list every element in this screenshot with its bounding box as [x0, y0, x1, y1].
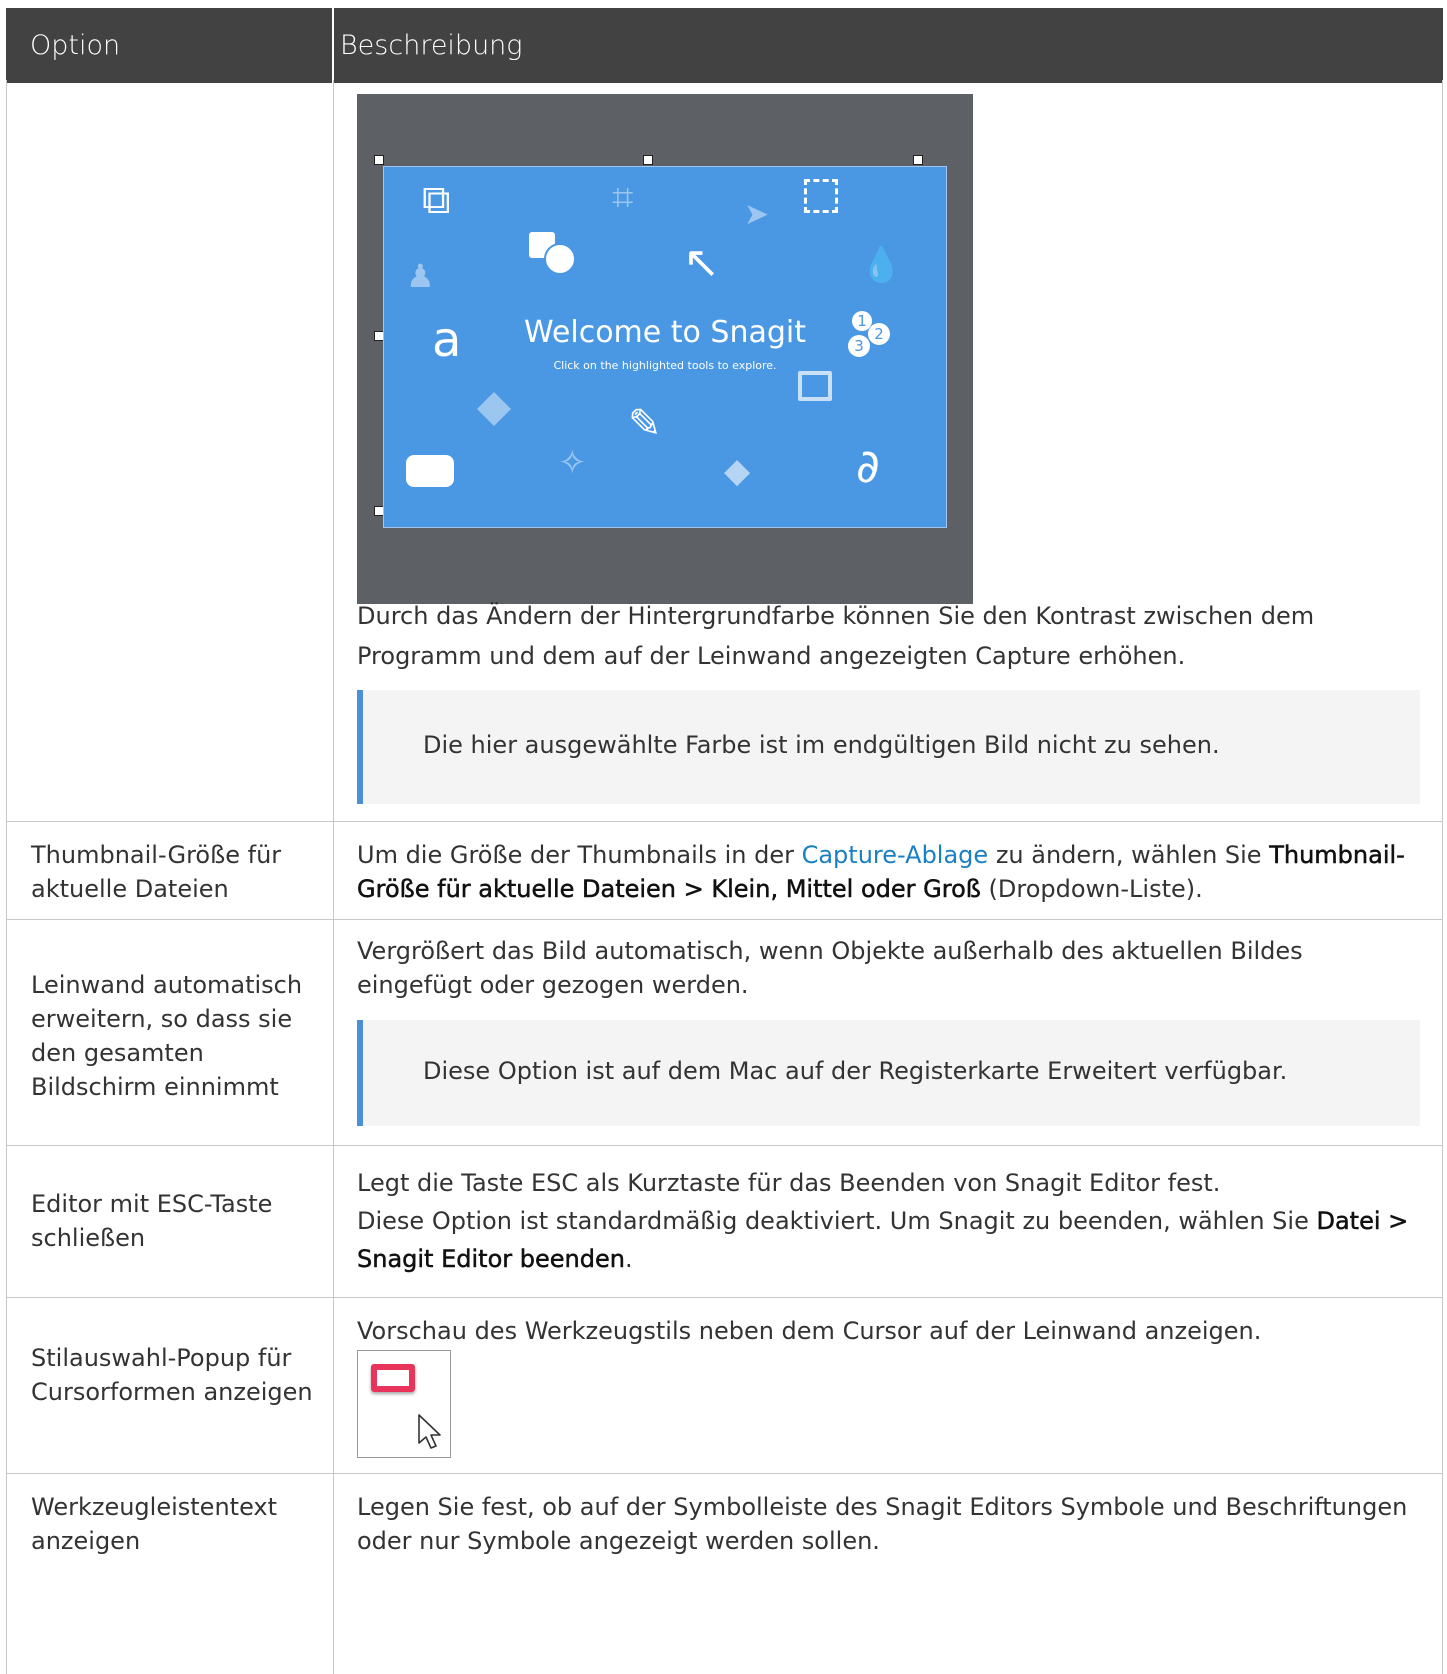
note-box: Diese Option ist auf dem Mac auf der Reg…	[357, 1020, 1420, 1126]
description-cell: Legen Sie fest, ob auf der Symbolleiste …	[334, 1474, 1443, 1674]
header-description: Beschreibung	[340, 30, 523, 61]
table-header: Option Beschreibung	[6, 8, 1443, 83]
capture-ablage-link[interactable]: Capture-Ablage	[802, 841, 989, 869]
eraser-icon	[477, 392, 511, 426]
description-text: Vorschau des Werkzeugstils neben dem Cur…	[357, 1317, 1262, 1345]
rectangle-style-icon	[371, 1364, 415, 1392]
table-row: Thumbnail-Größe für aktuelle Dateien Um …	[6, 822, 1443, 920]
option-cell: Leinwand automatisch erweitern, so dass …	[6, 920, 334, 1145]
option-label: Leinwand automatisch erweitern, so dass …	[31, 971, 303, 1101]
canvas: ⧉ ⌗ ➤ ↑ ♟ 💧 a Welcome to Snagit Click on…	[383, 166, 947, 528]
table-row: ⧉ ⌗ ➤ ↑ ♟ 💧 a Welcome to Snagit Click on…	[6, 80, 1443, 822]
style-preview-image	[357, 1350, 451, 1458]
option-label: Editor mit ESC-Taste schließen	[31, 1190, 273, 1252]
description-cell: Vergrößert das Bild automatisch, wenn Ob…	[334, 920, 1443, 1145]
description-text: Um die Größe der Thumbnails in der Captu…	[357, 841, 1405, 904]
table-row: Editor mit ESC-Taste schließen Legt die …	[6, 1146, 1443, 1298]
mouse-cursor-icon	[418, 1414, 441, 1449]
header-option: Option	[30, 30, 121, 61]
option-cell: Werkzeugleistentext anzeigen	[6, 1474, 334, 1674]
table-row: Werkzeugleistentext anzeigen Legen Sie f…	[6, 1474, 1443, 1674]
description-cell: ⧉ ⌗ ➤ ↑ ♟ 💧 a Welcome to Snagit Click on…	[334, 80, 1443, 821]
callout-icon	[406, 455, 454, 487]
option-label: Werkzeugleistentext anzeigen	[31, 1493, 278, 1555]
magnify-icon: ⧉	[422, 177, 451, 223]
option-cell	[6, 80, 334, 821]
stamp-icon: ♟	[406, 257, 435, 295]
option-label: Thumbnail-Größe für aktuelle Dateien	[31, 841, 282, 903]
option-cell: Editor mit ESC-Taste schließen	[6, 1146, 334, 1297]
description-text: Legt die Taste ESC als Kurztaste für das…	[357, 1169, 1409, 1273]
move-cursor-icon: ➤	[744, 197, 770, 232]
fill-bucket-icon: ◆	[724, 451, 751, 491]
note-text: Die hier ausgewählte Farbe ist im endgül…	[423, 731, 1220, 759]
description-cell: Um die Größe der Thumbnails in der Captu…	[334, 822, 1443, 919]
blur-icon	[798, 371, 832, 401]
magic-wand-icon: ✧	[558, 443, 587, 483]
option-cell: Thumbnail-Größe für aktuelle Dateien	[6, 822, 334, 919]
fill-drop-icon: 💧	[860, 245, 903, 285]
header-option-cell: Option	[6, 8, 334, 83]
crop-icon: ⌗	[612, 175, 634, 219]
snagit-welcome-screenshot: ⧉ ⌗ ➤ ↑ ♟ 💧 a Welcome to Snagit Click on…	[357, 94, 973, 604]
description-text: Durch das Ändern der Hintergrundfarbe kö…	[357, 602, 1315, 670]
step-icon: 1 2 3	[848, 311, 892, 361]
option-cell: Stilauswahl-Popup für Cursorformen anzei…	[6, 1298, 334, 1473]
table-row: Stilauswahl-Popup für Cursorformen anzei…	[6, 1298, 1443, 1474]
option-label: Stilauswahl-Popup für Cursorformen anzei…	[31, 1344, 313, 1406]
description-text: Legen Sie fest, ob auf der Symbolleiste …	[357, 1493, 1408, 1555]
description-cell: Vorschau des Werkzeugstils neben dem Cur…	[334, 1298, 1443, 1473]
highlighter-icon: ✎	[628, 401, 662, 447]
note-text: Diese Option ist auf dem Mac auf der Reg…	[423, 1057, 1288, 1085]
description-text: Vergrößert das Bild automatisch, wenn Ob…	[357, 937, 1303, 999]
description-cell: Legt die Taste ESC als Kurztaste für das…	[334, 1146, 1443, 1297]
table-row: Leinwand automatisch erweitern, so dass …	[6, 920, 1443, 1146]
selection-icon	[804, 179, 838, 213]
note-box: Die hier ausgewählte Farbe ist im endgül…	[357, 690, 1420, 804]
arrow-icon: ↑	[671, 233, 734, 296]
pen-icon: ∂	[856, 439, 880, 493]
